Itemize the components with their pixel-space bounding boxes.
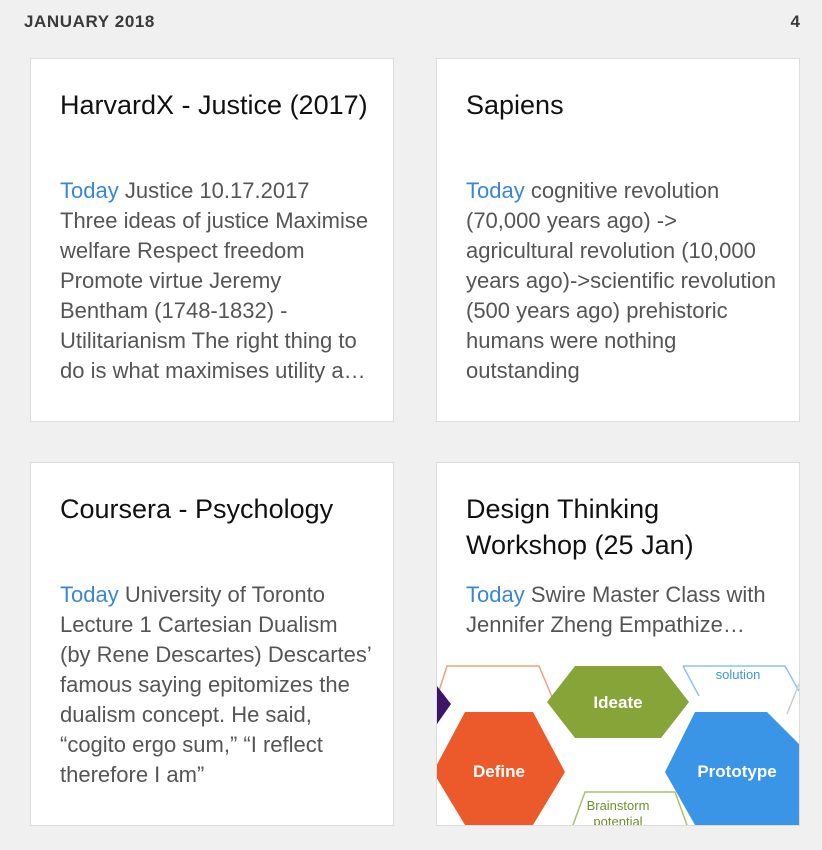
define-label: Define — [473, 762, 525, 781]
note-count: 4 — [790, 12, 800, 31]
note-card-harvardx-justice[interactable]: HarvardX - Justice (2017) Today Justice … — [30, 58, 394, 422]
note-card-design-thinking[interactable]: Design Thinking Workshop (25 Jan) Today … — [436, 462, 800, 826]
note-snippet-text: cognitive revolution (70,000 years ago) … — [466, 178, 776, 383]
note-date-label: Today — [60, 582, 119, 607]
note-thumbnail-image: Ideate Define Prototype solution Brainst… — [437, 664, 799, 825]
note-snippet: Today Justice 10.17.2017 Three ideas of … — [60, 176, 371, 386]
potential-label: potential — [593, 814, 642, 825]
note-snippet: Today Swire Master Class with Jennifer Z… — [466, 580, 777, 640]
month-header: JANUARY 2018 4 — [24, 10, 800, 34]
outline-hex-orange — [437, 665, 553, 698]
note-title: Design Thinking Workshop (25 Jan) — [466, 494, 694, 560]
note-snippet-text: University of Toronto Lecture 1 Cartesia… — [60, 582, 371, 787]
note-title: HarvardX - Justice (2017) — [60, 90, 368, 120]
note-date-label: Today — [60, 178, 119, 203]
note-snippet: Today University of Toronto Lecture 1 Ca… — [60, 580, 371, 790]
note-card-coursera-psychology[interactable]: Coursera - Psychology Today University o… — [30, 462, 394, 826]
outline-hex-grey — [786, 683, 799, 715]
brainstorm-label: Brainstorm — [587, 798, 650, 813]
note-date-label: Today — [466, 582, 525, 607]
ideate-label: Ideate — [593, 693, 642, 712]
outline-hex-blue-left — [682, 665, 700, 697]
prototype-label: Prototype — [697, 762, 776, 781]
month-label: JANUARY 2018 — [24, 12, 155, 31]
solution-label: solution — [716, 667, 761, 682]
note-snippet-text: Justice 10.17.2017 Three ideas of justic… — [60, 178, 369, 383]
note-snippet: Today cognitive revolution (70,000 years… — [466, 176, 777, 386]
note-title: Sapiens — [466, 90, 564, 120]
purple-hex-sliver — [437, 686, 451, 724]
note-title: Coursera - Psychology — [60, 494, 334, 524]
note-date-label: Today — [466, 178, 525, 203]
note-card-sapiens[interactable]: Sapiens Today cognitive revolution (70,0… — [436, 58, 800, 422]
